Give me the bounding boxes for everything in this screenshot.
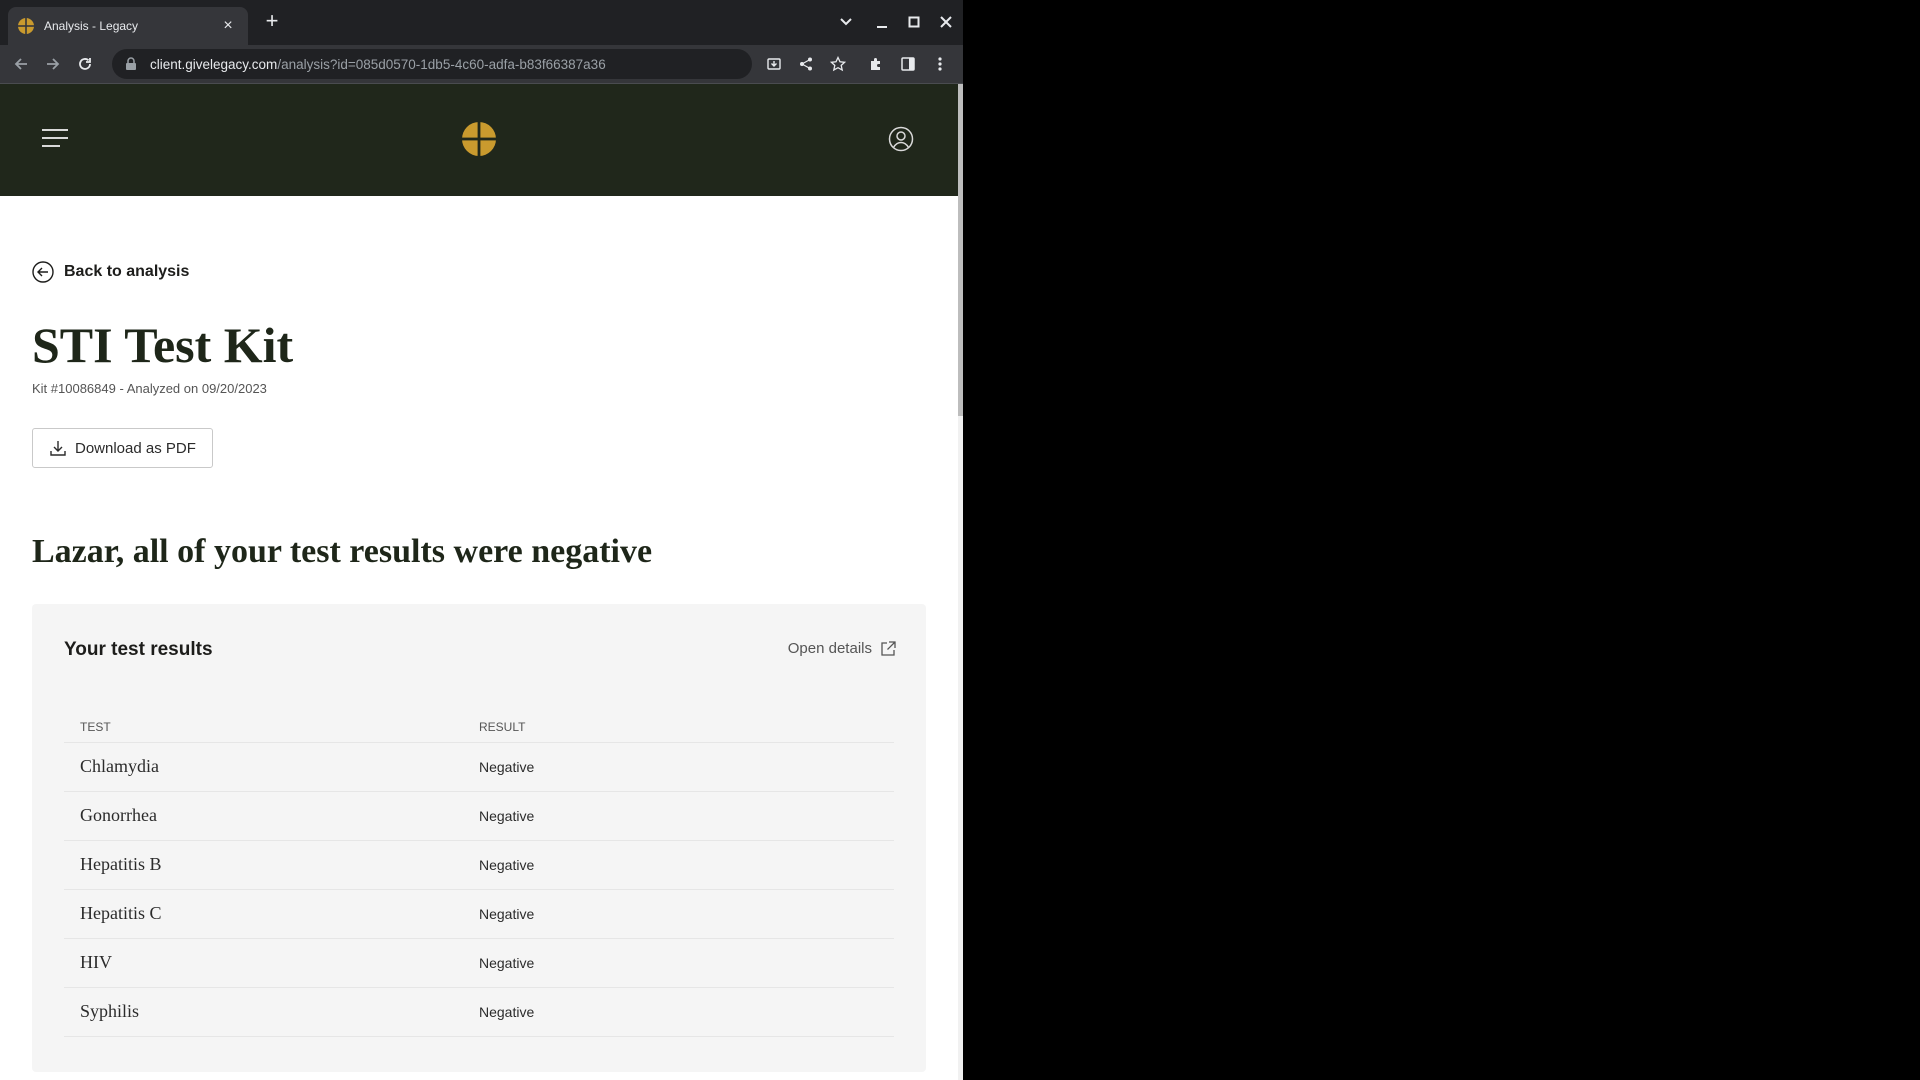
test-name: Hepatitis B	[64, 840, 479, 890]
close-window-icon[interactable]	[932, 8, 960, 36]
test-result: Negative	[479, 742, 894, 792]
web-page: Back to analysis STI Test Kit Kit #10086…	[0, 84, 963, 1080]
kit-meta: Kit #10086849 - Analyzed on 09/20/2023	[32, 381, 267, 396]
bookmark-star-icon[interactable]	[826, 52, 850, 76]
reload-icon[interactable]	[73, 52, 97, 76]
back-link-label: Back to analysis	[64, 263, 190, 280]
account-user-icon[interactable]	[888, 126, 914, 152]
hamburger-menu-icon[interactable]	[42, 126, 68, 150]
test-result: Negative	[479, 791, 894, 841]
site-header	[0, 84, 958, 196]
forward-arrow-icon[interactable]	[41, 52, 65, 76]
test-name: HIV	[64, 938, 479, 988]
back-arrow-circle-icon	[32, 261, 54, 283]
table-header-row: TEST RESULT	[64, 712, 894, 743]
page-title: STI Test Kit	[32, 317, 294, 373]
desktop-background	[963, 0, 1920, 1080]
column-header-test: TEST	[64, 712, 479, 743]
test-result: Negative	[479, 840, 894, 890]
tab-strip: Analysis - Legacy × +	[0, 0, 963, 45]
test-result: Negative	[479, 889, 894, 939]
maximize-icon[interactable]	[900, 8, 928, 36]
browser-window: Analysis - Legacy × + client.givelegacy.…	[0, 0, 963, 1080]
tab-title: Analysis - Legacy	[44, 19, 139, 33]
test-name: Gonorrhea	[64, 791, 479, 841]
table-row: Gonorrhea Negative	[64, 791, 894, 841]
test-name: Syphilis	[64, 987, 479, 1037]
table-row: Syphilis Negative	[64, 987, 894, 1037]
table-row: HIV Negative	[64, 938, 894, 988]
download-pdf-label: Download as PDF	[75, 439, 196, 457]
legacy-favicon-icon	[18, 18, 34, 34]
open-details-label: Open details	[787, 640, 872, 657]
card-title: Your test results	[64, 639, 213, 660]
legacy-logo-icon[interactable]	[462, 122, 496, 156]
browser-toolbar: client.givelegacy.com/analysis?id=085d05…	[0, 45, 963, 84]
new-tab-button[interactable]: +	[260, 10, 284, 34]
kebab-menu-icon[interactable]	[928, 52, 952, 76]
results-headline: Lazar, all of your test results were neg…	[32, 533, 653, 570]
back-to-analysis-link[interactable]: Back to analysis	[32, 261, 189, 283]
lock-icon	[126, 57, 136, 70]
download-icon	[50, 441, 66, 456]
test-result: Negative	[479, 987, 894, 1037]
table-row: Hepatitis B Negative	[64, 840, 894, 890]
address-bar[interactable]: client.givelegacy.com/analysis?id=085d05…	[112, 49, 752, 79]
share-icon[interactable]	[794, 52, 818, 76]
test-name: Hepatitis C	[64, 889, 479, 939]
tab-close-icon[interactable]: ×	[218, 17, 238, 35]
tab-search-chevron-icon[interactable]	[832, 8, 860, 36]
extensions-puzzle-icon[interactable]	[864, 52, 888, 76]
column-header-result: RESULT	[479, 712, 894, 743]
side-panel-icon[interactable]	[896, 52, 920, 76]
test-results-card: Your test results Open details TEST RESU…	[32, 604, 926, 1072]
test-name: Chlamydia	[64, 742, 479, 792]
results-table: TEST RESULT Chlamydia Negative Gonorrhea…	[64, 712, 894, 1037]
url-path: /analysis?id=085d0570-1db5-4c60-adfa-b83…	[277, 56, 606, 72]
back-arrow-icon[interactable]	[9, 52, 33, 76]
table-row: Chlamydia Negative	[64, 742, 894, 792]
url-host: client.givelegacy.com	[150, 56, 278, 72]
table-row: Hepatitis C Negative	[64, 889, 894, 939]
test-result: Negative	[479, 938, 894, 988]
install-app-icon[interactable]	[762, 52, 786, 76]
download-pdf-button[interactable]: Download as PDF	[32, 428, 213, 468]
open-details-link[interactable]: Open details	[788, 640, 896, 657]
minimize-icon[interactable]	[868, 8, 896, 36]
browser-tab[interactable]: Analysis - Legacy ×	[8, 7, 248, 45]
external-link-icon	[881, 640, 896, 656]
